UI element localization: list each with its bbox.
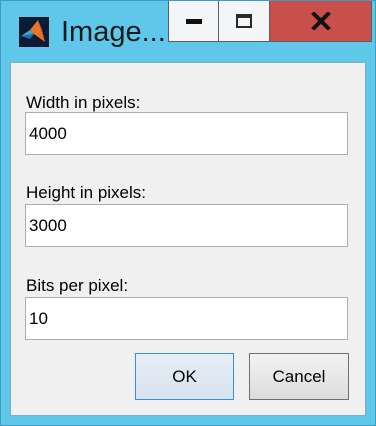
bits-per-pixel-label: Bits per pixel:: [26, 276, 129, 295]
cancel-button[interactable]: Cancel: [249, 353, 349, 400]
width-input[interactable]: [25, 112, 348, 155]
maximize-icon: [236, 14, 252, 28]
minimize-button[interactable]: [168, 1, 219, 42]
ok-button[interactable]: OK: [135, 353, 234, 400]
close-icon: [310, 12, 331, 30]
height-label: Height in pixels:: [26, 183, 147, 202]
maximize-button[interactable]: [219, 1, 270, 42]
window-title: Image...: [61, 16, 166, 48]
minimize-icon: [185, 19, 202, 24]
bits-per-pixel-input[interactable]: [25, 297, 348, 340]
matlab-icon: [19, 17, 49, 47]
width-label: Width in pixels:: [26, 93, 141, 112]
close-button[interactable]: [270, 1, 372, 42]
dialog-window: Image... Width in pixels: Height in pixe…: [0, 0, 376, 426]
title-bar[interactable]: Image...: [1, 1, 375, 62]
height-input[interactable]: [25, 204, 348, 247]
dialog-body: Width in pixels: Height in pixels: Bits …: [10, 62, 366, 416]
